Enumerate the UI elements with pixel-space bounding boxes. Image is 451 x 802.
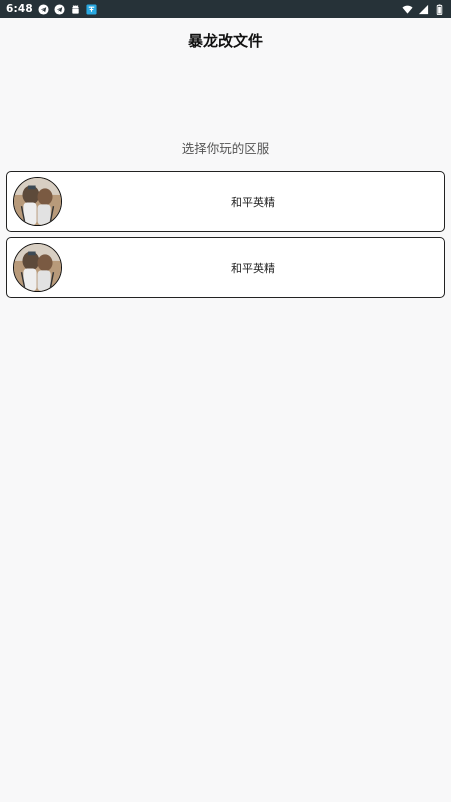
- server-name: 和平英精: [231, 195, 275, 209]
- section-title: 选择你玩的区服: [181, 141, 270, 156]
- wifi-icon: [402, 4, 413, 15]
- server-list: 和平英精 和平英精: [6, 171, 445, 303]
- app-badge-icon: [86, 3, 97, 15]
- status-bar: 6:48: [0, 0, 451, 18]
- status-time: 6:48: [6, 3, 33, 15]
- status-bar-right: [402, 3, 445, 15]
- signal-icon: [418, 4, 429, 15]
- server-card[interactable]: 和平英精: [6, 171, 445, 232]
- telegram-icon: [54, 3, 65, 15]
- battery-icon: [434, 3, 445, 15]
- android-icon: [70, 4, 81, 15]
- server-name: 和平英精: [231, 261, 275, 275]
- app-title: 暴龙改文件: [187, 32, 263, 50]
- status-bar-left: 6:48: [6, 3, 97, 15]
- telegram-icon: [38, 3, 49, 15]
- server-card[interactable]: 和平英精: [6, 237, 445, 298]
